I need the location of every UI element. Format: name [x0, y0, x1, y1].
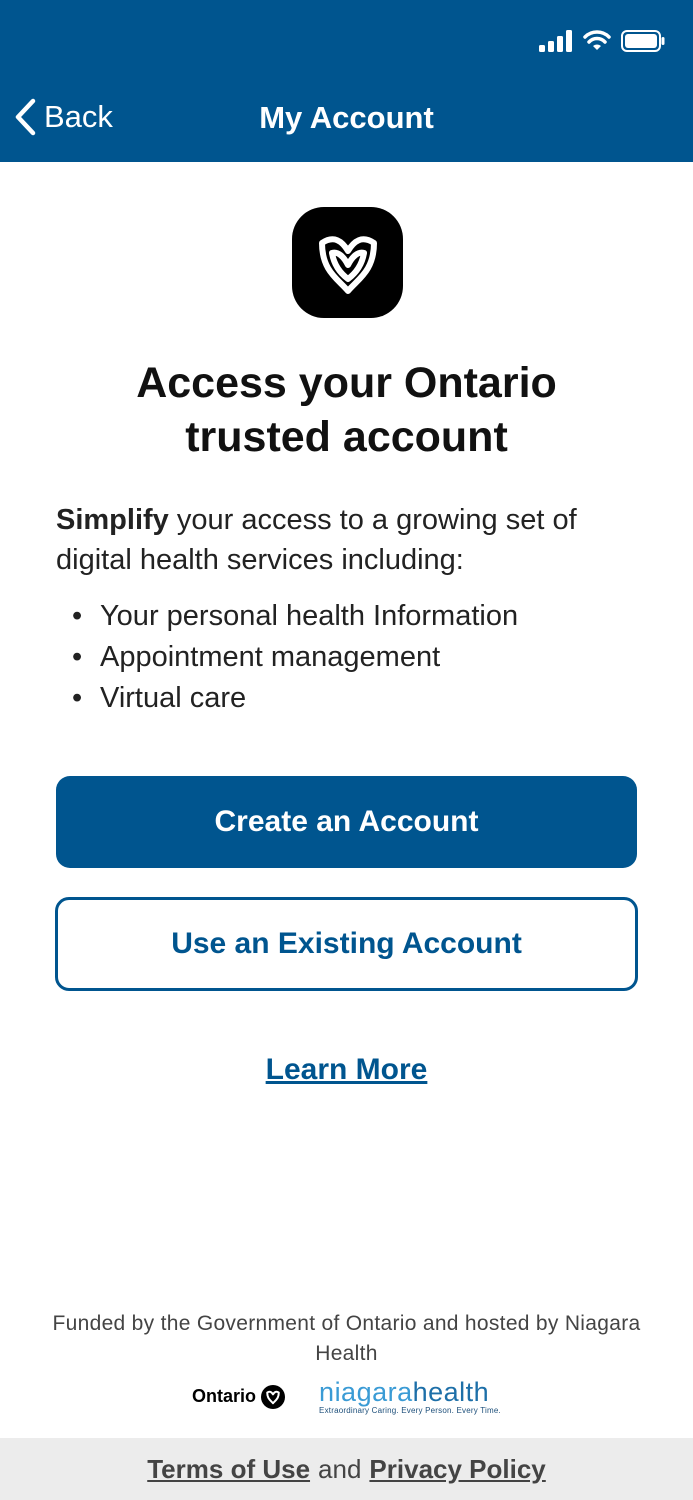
list-item-text: Appointment management: [100, 641, 441, 673]
footer-and-text: and: [318, 1453, 362, 1484]
list-item: • Your personal health Information: [72, 596, 518, 637]
intro-bold: Simplify: [56, 504, 169, 536]
heading-line-2: trusted account: [185, 413, 508, 461]
terms-of-use-link[interactable]: Terms of Use: [147, 1454, 310, 1485]
intro-text: Simplify your access to a growing set of…: [56, 500, 656, 580]
ontario-wordmark: Ontario: [192, 1386, 257, 1406]
ontario-wordmark-logo: Ontario: [192, 1384, 286, 1409]
app-header: Back My Account: [0, 0, 693, 162]
create-account-button[interactable]: Create an Account: [56, 776, 637, 868]
funded-text: Funded by the Government of Ontario and …: [52, 1312, 641, 1365]
partner-logos: Ontario niagarahealth Extraordinary Cari…: [0, 1378, 693, 1415]
ontario-logo: [292, 207, 403, 318]
main-heading: Access your Ontario trusted account: [40, 356, 653, 464]
back-button[interactable]: Back: [14, 98, 113, 136]
privacy-policy-link[interactable]: Privacy Policy: [369, 1454, 545, 1485]
signal-icon: [539, 30, 572, 52]
niagara-word-a: niagara: [319, 1377, 413, 1407]
wifi-icon: [583, 30, 611, 50]
battery-icon: [621, 30, 665, 52]
list-item-text: Your personal health Information: [100, 600, 519, 632]
list-item-text: Virtual care: [100, 682, 247, 714]
niagara-tagline: Extraordinary Caring. Every Person. Ever…: [319, 1406, 501, 1415]
learn-more-container: Learn More: [0, 1053, 693, 1087]
niagara-health-wordmark: niagarahealth: [319, 1378, 501, 1406]
niagara-health-logo: niagarahealth Extraordinary Caring. Ever…: [319, 1378, 501, 1415]
list-item: • Appointment management: [72, 637, 518, 678]
services-list: • Your personal health Information • Appoi…: [72, 596, 518, 719]
use-existing-account-button[interactable]: Use an Existing Account: [55, 897, 638, 991]
trillium-icon: [318, 235, 377, 294]
trillium-mini-icon: [261, 1384, 286, 1409]
list-item: • Virtual care: [72, 678, 518, 719]
chevron-left-icon: [15, 98, 36, 136]
learn-more-link[interactable]: Learn More: [266, 1053, 428, 1086]
niagara-word-b: health: [412, 1377, 490, 1407]
back-label: Back: [44, 99, 113, 134]
status-bar: [539, 30, 665, 52]
heading-line-1: Access your Ontario: [136, 359, 557, 407]
legal-footer: Terms of Use and Privacy Policy: [0, 1438, 693, 1500]
